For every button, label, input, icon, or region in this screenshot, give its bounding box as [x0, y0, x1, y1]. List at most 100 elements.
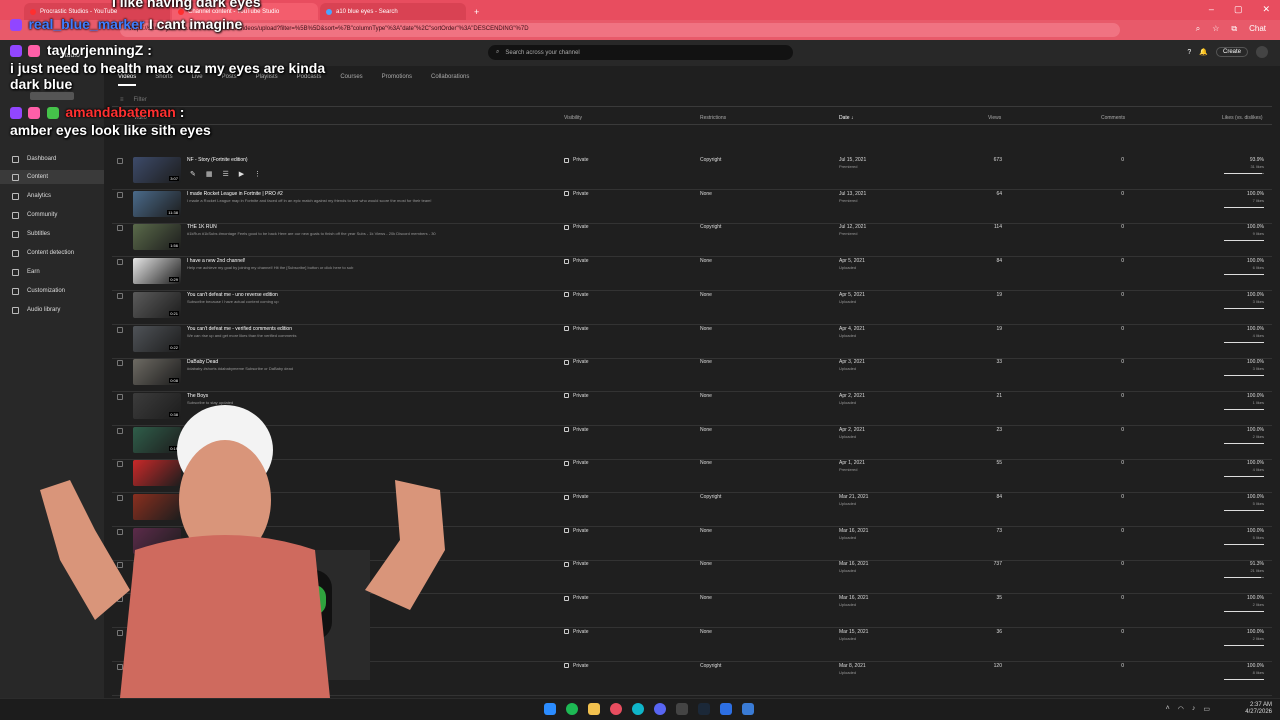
video-title[interactable]: You can't defeat me - verified comments … [187, 326, 517, 332]
table-row[interactable]: 0:22 You can't defeat me - verified comme… [112, 325, 1272, 359]
tab-promotions[interactable]: Promotions [382, 74, 412, 86]
row-checkbox[interactable] [117, 596, 123, 603]
video-thumbnail[interactable]: 0:21 [133, 291, 181, 318]
row-checkbox[interactable] [117, 528, 123, 535]
video-title[interactable]: You can't defeat me - uno reverse editio… [187, 292, 517, 298]
sidebar-item-community[interactable]: Community [12, 208, 57, 222]
video-thumbnail[interactable] [133, 460, 181, 487]
row-checkbox[interactable] [117, 461, 123, 468]
create-button[interactable]: Create [1215, 47, 1248, 57]
youtube-play-icon[interactable]: ▶ [239, 170, 244, 178]
visibility-cell[interactable]: Private [564, 663, 589, 669]
video-title[interactable]: NF - Story (Fortnite edition) [187, 157, 517, 163]
volume-icon[interactable]: ♪ [1192, 705, 1196, 713]
column-header-views[interactable]: Views [988, 115, 1001, 121]
row-checkbox[interactable] [117, 360, 123, 367]
column-header-likes[interactable]: Likes (vs. dislikes) [1222, 115, 1263, 121]
table-row[interactable]: 0:38 The Boys Subscribe to stay updated Pri… [112, 392, 1272, 426]
maximize-icon[interactable]: ▢ [1234, 4, 1243, 15]
account-avatar[interactable] [1256, 46, 1268, 58]
sidebar-item-content[interactable]: Content [0, 170, 104, 184]
table-row[interactable]: Private Copyright Mar 21, 2021 Uploaded 84 0 1… [112, 493, 1272, 527]
visibility-cell[interactable]: Private [564, 292, 589, 298]
table-row[interactable]: 1:56 THE 1K RUN #1kRun #1kSubs #montage Fe… [112, 223, 1272, 258]
row-checkbox[interactable] [117, 495, 123, 501]
visibility-cell[interactable]: Private [564, 224, 589, 230]
row-checkbox[interactable] [117, 663, 123, 670]
table-row[interactable]: Private None Apr 1, 2021 Premiered 55 0 100.0%… [112, 459, 1272, 494]
comments-icon[interactable]: ☰ [223, 170, 229, 178]
table-row[interactable]: 0:21 You can't defeat me - uno reverse ed… [112, 291, 1272, 325]
edit-icon[interactable]: ✎ [190, 170, 196, 178]
video-title[interactable]: DaBaby Dead [187, 359, 517, 365]
row-checkbox[interactable] [117, 292, 123, 299]
video-thumbnail[interactable]: 1:56 [133, 224, 181, 251]
extensions-icon[interactable]: ⧉ [1231, 24, 1237, 34]
visibility-cell[interactable]: Private [564, 427, 589, 433]
visibility-cell[interactable]: Private [564, 561, 589, 567]
url-field[interactable]: https://studio.youtube.com/channel/UC...… [120, 23, 1120, 37]
visibility-cell[interactable]: Private [564, 326, 589, 332]
visibility-cell[interactable]: Private [564, 191, 589, 197]
visibility-cell[interactable]: Private [564, 258, 589, 264]
video-title[interactable]: I made Rocket League in Fortnite | PRO #… [187, 191, 517, 197]
video-title[interactable]: THE 1K RUN [187, 224, 517, 230]
sidebar-item-dashboard[interactable]: Dashboard [12, 152, 56, 166]
file-explorer-icon[interactable] [588, 703, 600, 715]
video-thumbnail[interactable]: 0:22 [133, 325, 181, 352]
more-options-icon[interactable]: ⋮ [254, 170, 261, 178]
browser-tab[interactable]: a10 blue eyes - Search [320, 3, 466, 20]
visibility-cell[interactable]: Private [564, 393, 589, 399]
video-title[interactable]: I have a new 2nd channel! [187, 258, 517, 264]
taskbar-clock[interactable]: 2:37 AM 4/27/2026 [1245, 702, 1272, 716]
video-thumbnail[interactable]: 11:38 [133, 190, 181, 217]
sidebar-item-analytics[interactable]: Analytics [12, 189, 51, 203]
sidebar-item-subtitles[interactable]: Subtitles [12, 227, 50, 241]
row-checkbox[interactable] [117, 225, 123, 232]
column-header-comments[interactable]: Comments [1101, 115, 1125, 121]
table-row[interactable]: Private Copyright Mar 8, 2021 Uploaded 120 0 1… [112, 662, 1272, 696]
sidebar-item-earn[interactable]: Earn [12, 265, 40, 279]
sidebar-item-content-detection[interactable]: Content detection [12, 246, 74, 260]
table-row[interactable]: 0:08 DaBaby Dead #dababy #shorts #dababyme… [112, 358, 1272, 393]
sidebar-item-customization[interactable]: Customization [12, 284, 65, 298]
column-header-restrictions[interactable]: Restrictions [700, 115, 726, 121]
visibility-cell[interactable]: Private [564, 629, 589, 635]
row-checkbox[interactable] [117, 393, 123, 400]
row-checkbox[interactable] [117, 326, 123, 333]
visibility-cell[interactable]: Private [564, 528, 589, 534]
table-row[interactable]: Private None Mar 15, 2021 Uploaded 36 0 100.0%… [112, 628, 1272, 662]
visibility-cell[interactable]: Private [564, 494, 589, 500]
bookmark-icon[interactable]: ☆ [1212, 24, 1219, 34]
filter-icon[interactable]: ≡ [120, 97, 124, 103]
obs-icon[interactable] [676, 703, 688, 715]
table-row[interactable]: Private None Mar 16, 2021 Uploaded 35 0 100.0%… [112, 594, 1272, 629]
column-header-visibility[interactable]: Visibility [564, 115, 582, 121]
row-checkbox[interactable] [117, 191, 123, 198]
table-row[interactable]: 3:07 NF - Story (Fortnite edition) Private… [112, 156, 1272, 190]
video-thumbnail[interactable] [133, 662, 181, 689]
video-thumbnail[interactable]: 0:08 [133, 359, 181, 386]
video-thumbnail[interactable] [133, 561, 181, 588]
new-tab-button[interactable]: + [468, 7, 485, 20]
video-thumbnail[interactable]: 0:29 [133, 258, 181, 285]
zoom-icon[interactable]: ⌕ [1196, 24, 1200, 34]
edge-icon[interactable] [632, 703, 644, 715]
sidebar-item-audio-library[interactable]: Audio library [12, 303, 60, 317]
discord-icon[interactable] [654, 703, 666, 715]
minimize-icon[interactable]: – [1209, 4, 1214, 15]
steam-icon[interactable] [698, 703, 710, 715]
video-thumbnail[interactable]: 0:38 [133, 392, 181, 419]
help-icon[interactable]: ? [1187, 49, 1191, 56]
battery-icon[interactable]: ▭ [1203, 705, 1210, 713]
start-icon[interactable] [544, 703, 556, 715]
chrome-icon[interactable] [610, 703, 622, 715]
column-header-date[interactable]: Date ↓ [839, 115, 853, 121]
video-thumbnail[interactable]: 3:31 [133, 527, 181, 554]
row-checkbox[interactable] [117, 259, 123, 266]
video-thumbnail[interactable] [133, 595, 181, 622]
visibility-cell[interactable]: Private [564, 460, 589, 466]
table-row[interactable]: Private None Mar 16, 2021 Uploaded 737 0 91.3%… [112, 560, 1272, 595]
video-thumbnail[interactable] [133, 494, 181, 520]
wifi-icon[interactable]: ◠ [1178, 705, 1184, 713]
